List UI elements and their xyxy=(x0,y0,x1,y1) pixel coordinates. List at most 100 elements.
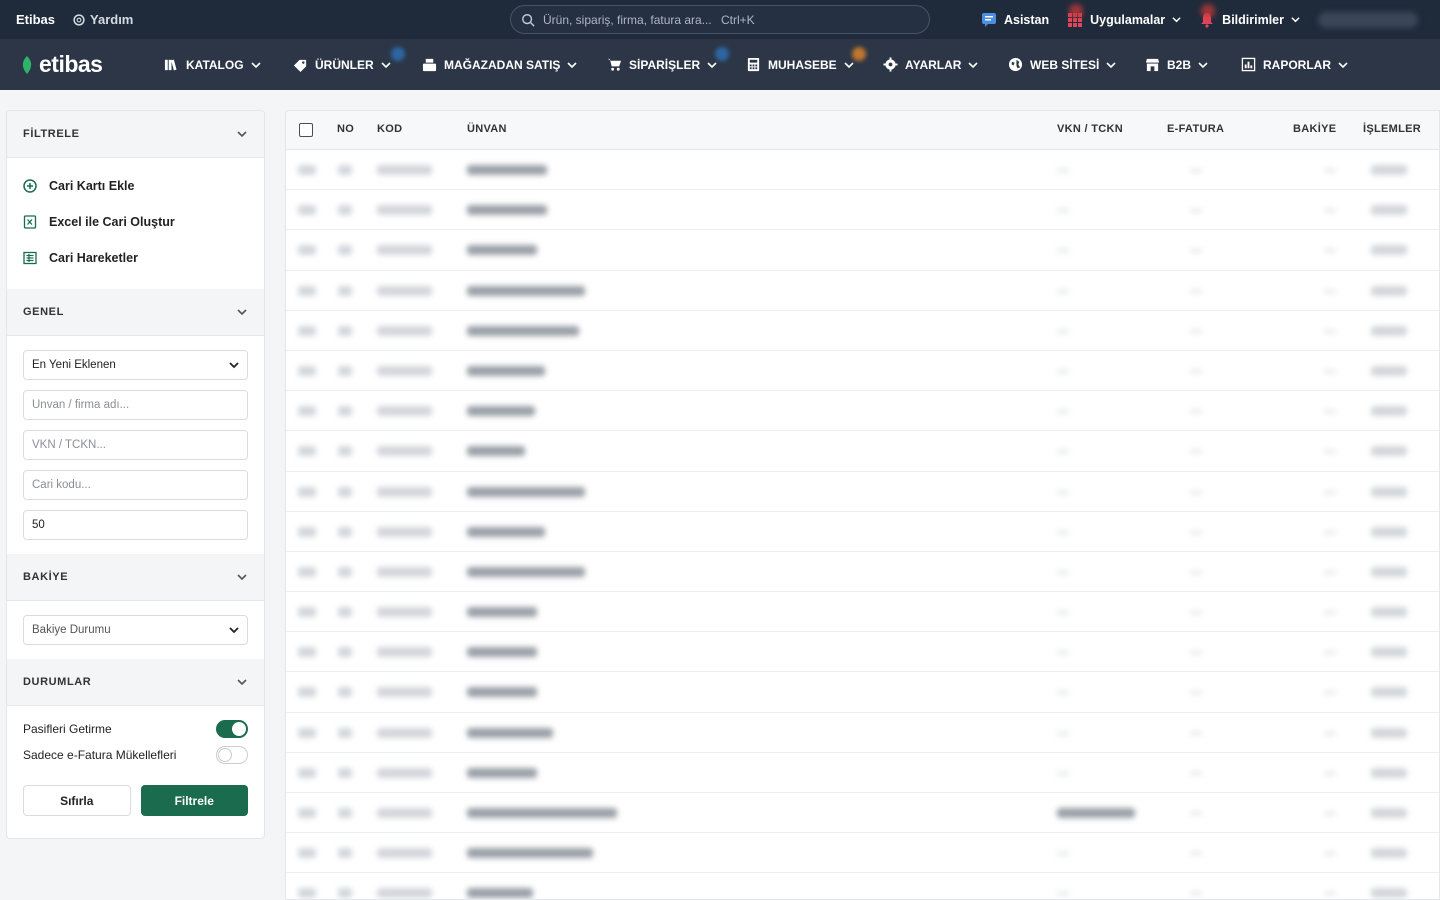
table-row[interactable] xyxy=(286,271,1439,311)
help-link[interactable]: Yardım xyxy=(73,12,133,27)
row-unvan[interactable] xyxy=(467,607,537,618)
row-checkbox[interactable] xyxy=(298,607,316,618)
row-actions[interactable] xyxy=(1371,285,1407,296)
row-actions[interactable] xyxy=(1371,446,1407,457)
table-row[interactable] xyxy=(286,632,1439,673)
row-checkbox[interactable] xyxy=(298,365,316,376)
user-menu[interactable] xyxy=(1318,11,1418,28)
row-checkbox[interactable] xyxy=(298,808,316,818)
row-checkbox[interactable] xyxy=(298,245,316,256)
nav-b2b[interactable]: B2B xyxy=(1145,57,1208,72)
row-unvan[interactable] xyxy=(467,526,545,537)
row-actions[interactable] xyxy=(1371,365,1407,376)
account-movements-link[interactable]: Cari Hareketler xyxy=(7,240,264,276)
nav-ayarlar[interactable]: AYARLAR xyxy=(883,57,979,72)
col-islemler[interactable]: İŞLEMLER xyxy=(1363,123,1421,135)
filter-section-header[interactable]: FİLTRELE xyxy=(7,111,264,158)
row-checkbox[interactable] xyxy=(298,325,316,336)
excel-import-link[interactable]: Excel ile Cari Oluştur xyxy=(7,204,264,240)
row-actions[interactable] xyxy=(1371,165,1407,175)
title-field[interactable] xyxy=(23,390,248,420)
limit-input[interactable] xyxy=(32,519,239,531)
assistant-button[interactable]: Asistan xyxy=(981,12,1049,28)
table-row[interactable] xyxy=(286,311,1439,351)
row-checkbox[interactable] xyxy=(298,727,316,738)
row-unvan[interactable] xyxy=(467,687,537,698)
row-checkbox[interactable] xyxy=(298,446,316,457)
table-row[interactable] xyxy=(286,391,1439,432)
row-unvan[interactable] xyxy=(467,165,547,175)
col-no[interactable]: NO xyxy=(337,123,354,135)
brand-label[interactable]: Etibas xyxy=(16,12,55,27)
col-unvan[interactable]: ÜNVAN xyxy=(467,123,507,135)
search-input[interactable] xyxy=(543,12,713,27)
table-row[interactable] xyxy=(286,230,1439,271)
table-row[interactable] xyxy=(286,431,1439,472)
row-unvan[interactable] xyxy=(467,365,545,376)
row-unvan[interactable] xyxy=(467,647,537,658)
row-actions[interactable] xyxy=(1371,848,1407,859)
row-unvan[interactable] xyxy=(467,285,585,296)
table-row[interactable] xyxy=(286,552,1439,593)
row-actions[interactable] xyxy=(1371,325,1407,336)
row-unvan[interactable] xyxy=(467,205,547,216)
row-checkbox[interactable] xyxy=(298,165,316,175)
row-unvan[interactable] xyxy=(467,406,535,417)
row-checkbox[interactable] xyxy=(298,767,316,778)
row-checkbox[interactable] xyxy=(298,566,316,577)
table-row[interactable] xyxy=(286,351,1439,392)
nav-web-sitesi[interactable]: WEB SİTESİ xyxy=(1008,57,1116,72)
row-checkbox[interactable] xyxy=(298,647,316,658)
row-unvan[interactable] xyxy=(467,727,553,738)
col-kod[interactable]: KOD xyxy=(377,123,402,135)
table-row[interactable] xyxy=(286,592,1439,633)
row-actions[interactable] xyxy=(1371,526,1407,537)
row-unvan[interactable] xyxy=(467,566,585,577)
nav-urunler[interactable]: ÜRÜNLER xyxy=(293,47,405,72)
row-actions[interactable] xyxy=(1371,205,1407,216)
balance-select[interactable]: Bakiye Durumu xyxy=(23,615,248,645)
nav-muhasebe[interactable]: MUHASEBE xyxy=(746,47,866,72)
title-input[interactable] xyxy=(32,399,239,411)
row-checkbox[interactable] xyxy=(298,848,316,859)
col-vkn[interactable]: VKN / TCKN xyxy=(1057,123,1123,135)
vkn-input[interactable] xyxy=(32,439,239,451)
passive-toggle[interactable] xyxy=(216,720,248,738)
table-row[interactable] xyxy=(286,833,1439,874)
code-field[interactable] xyxy=(23,470,248,500)
limit-field[interactable] xyxy=(23,510,248,540)
row-unvan[interactable] xyxy=(467,245,537,256)
row-actions[interactable] xyxy=(1371,888,1407,899)
row-unvan[interactable] xyxy=(467,808,617,818)
row-checkbox[interactable] xyxy=(298,888,316,899)
reset-button[interactable]: Sıfırla xyxy=(23,785,131,816)
table-row[interactable] xyxy=(286,512,1439,552)
table-row[interactable] xyxy=(286,190,1439,231)
row-unvan[interactable] xyxy=(467,325,579,336)
sort-select[interactable]: En Yeni Eklenen xyxy=(23,350,248,380)
balance-section-header[interactable]: BAKİYE xyxy=(7,554,264,601)
row-actions[interactable] xyxy=(1371,406,1407,417)
row-checkbox[interactable] xyxy=(298,285,316,296)
add-account-link[interactable]: Cari Kartı Ekle xyxy=(7,168,264,204)
efatura-toggle[interactable] xyxy=(216,746,248,764)
select-all-checkbox[interactable] xyxy=(299,123,313,137)
row-checkbox[interactable] xyxy=(298,486,316,497)
nav-magazadan-satis[interactable]: MAĞAZADAN SATIŞ xyxy=(422,57,578,72)
status-section-header[interactable]: DURUMLAR xyxy=(7,659,264,706)
row-checkbox[interactable] xyxy=(298,526,316,537)
logo[interactable]: etibas xyxy=(20,51,160,78)
row-actions[interactable] xyxy=(1371,767,1407,778)
table-row[interactable] xyxy=(286,472,1439,512)
apps-menu[interactable]: Uygulamalar xyxy=(1067,3,1181,28)
table-row[interactable] xyxy=(286,150,1439,191)
row-actions[interactable] xyxy=(1371,607,1407,618)
nav-raporlar[interactable]: RAPORLAR xyxy=(1241,57,1348,72)
row-unvan[interactable] xyxy=(467,767,537,778)
row-actions[interactable] xyxy=(1371,687,1407,698)
row-unvan[interactable] xyxy=(467,486,585,497)
col-efatura[interactable]: E-FATURA xyxy=(1167,123,1224,135)
row-checkbox[interactable] xyxy=(298,205,316,216)
row-actions[interactable] xyxy=(1371,245,1407,256)
row-actions[interactable] xyxy=(1371,808,1407,818)
